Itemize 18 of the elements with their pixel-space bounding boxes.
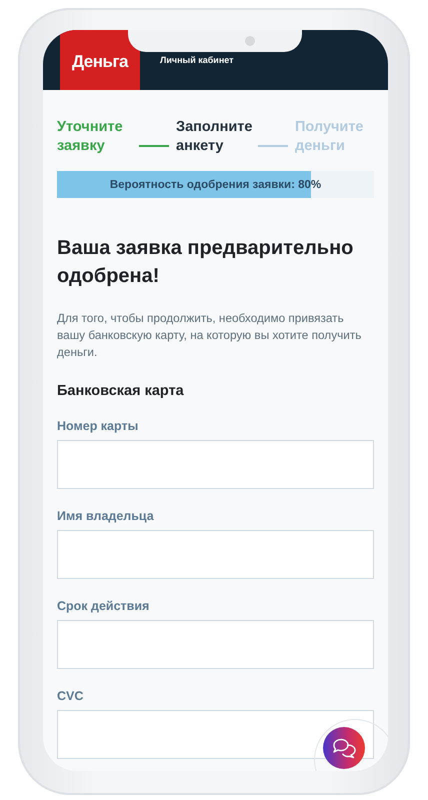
heading: Ваша заявка предварительно одобрена! — [57, 236, 354, 289]
chat-icon — [332, 737, 356, 759]
field-label: Имя владельца — [57, 509, 155, 523]
logo[interactable]: Деньга — [60, 30, 140, 90]
section-title: Банковская карта — [57, 383, 185, 399]
header-title: Личный кабинет — [160, 55, 234, 65]
step-label: Уточните заявку — [57, 118, 124, 156]
chat-button[interactable] — [323, 727, 365, 769]
field-label: Срок действия — [57, 599, 150, 613]
input-field[interactable] — [57, 440, 374, 489]
field-label: Номер карты — [57, 419, 140, 433]
input-field[interactable] — [57, 620, 374, 669]
step-label: Получите деньги — [295, 118, 364, 156]
input-field[interactable] — [57, 530, 374, 579]
step-label: Заполните анкету — [176, 118, 254, 156]
input-field[interactable] — [57, 710, 374, 759]
field-label: CVC — [57, 689, 84, 703]
description: Для того, чтобы продолжить, необходимо привязать вашу банковскую карту, на которую вы хотите получить деньги. — [57, 310, 362, 361]
